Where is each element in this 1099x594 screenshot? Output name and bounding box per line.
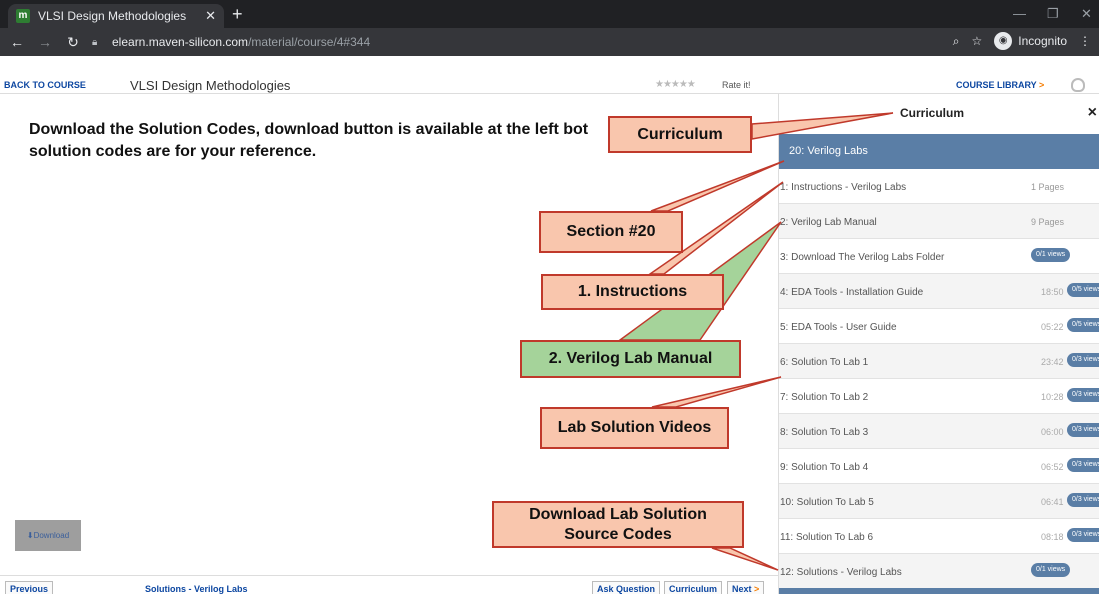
curriculum-pointer [751, 112, 894, 140]
callout-download-line-1: Download Lab Solution [529, 506, 707, 523]
callout-videos: Lab Solution Videos [540, 407, 729, 449]
callout-manual: 2. Verilog Lab Manual [520, 340, 741, 378]
videos-pointer [651, 376, 782, 408]
callout-section: Section #20 [539, 211, 683, 253]
callout-download-line-2: Source Codes [564, 526, 672, 543]
download-pointer [711, 547, 779, 571]
callout-instructions: 1. Instructions [541, 274, 724, 310]
callout-curriculum: Curriculum [608, 116, 752, 153]
callout-download: Download Lab Solution Source Codes [492, 501, 744, 548]
section-pointer [650, 160, 785, 212]
